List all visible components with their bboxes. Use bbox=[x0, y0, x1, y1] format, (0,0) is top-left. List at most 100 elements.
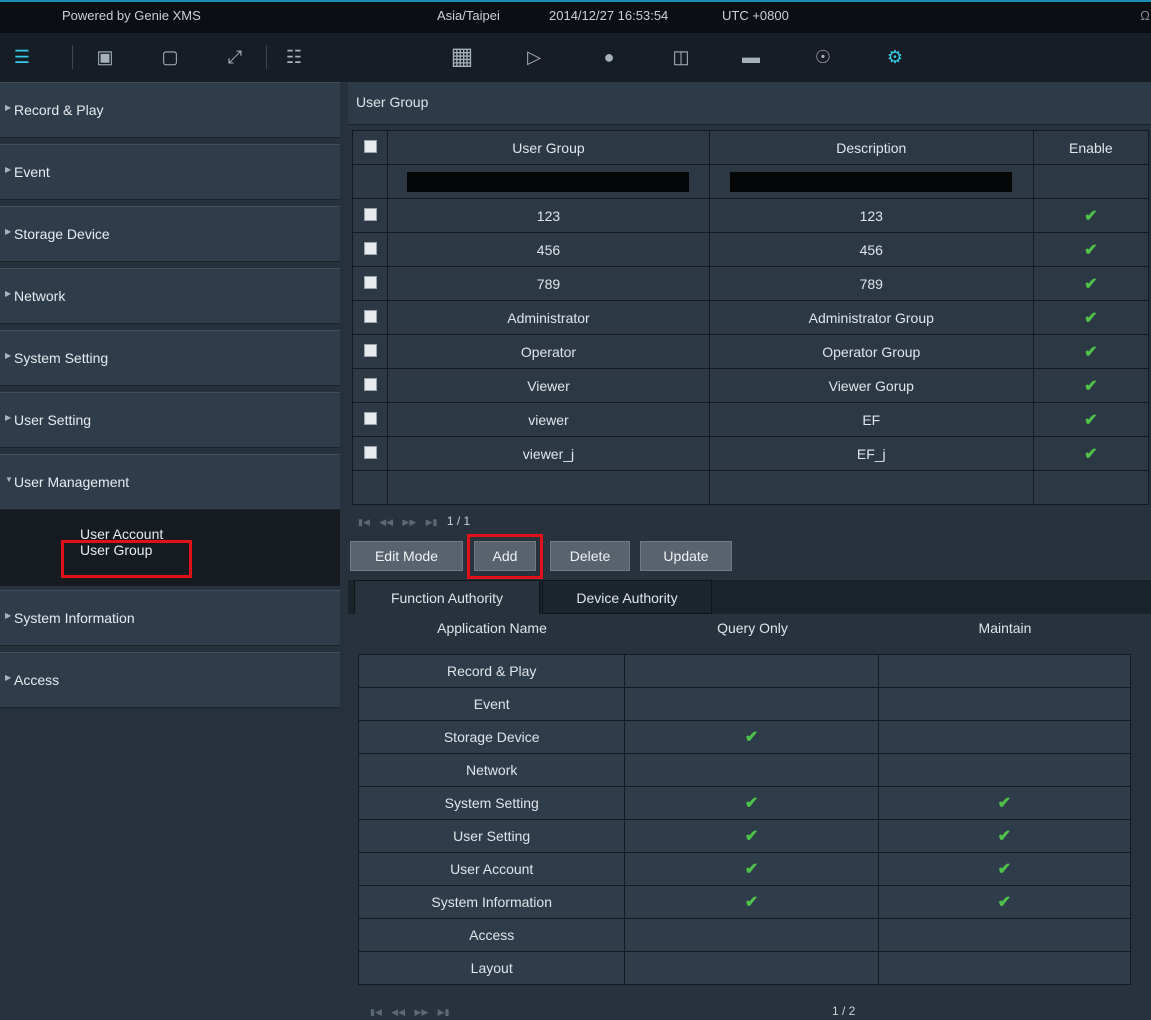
fullscreen-icon[interactable]: ⤢ bbox=[223, 45, 247, 69]
row-select-cell[interactable] bbox=[351, 198, 389, 233]
enable-cell[interactable]: ✔ bbox=[1032, 402, 1150, 437]
authority-row[interactable]: User Account ✔ ✔ bbox=[357, 852, 1132, 886]
maintain-cell[interactable]: ✔ bbox=[877, 852, 1132, 886]
authority-row[interactable]: Network bbox=[357, 753, 1132, 787]
column-header-user-group[interactable]: User Group bbox=[387, 130, 710, 165]
enable-cell[interactable]: ✔ bbox=[1032, 300, 1150, 335]
enable-cell[interactable]: ✔ bbox=[1032, 198, 1150, 233]
table-row[interactable]: viewer EF ✔ bbox=[351, 402, 1150, 437]
query-only-cell[interactable] bbox=[624, 654, 879, 688]
query-only-cell[interactable] bbox=[624, 951, 879, 985]
row-checkbox[interactable] bbox=[363, 343, 377, 357]
table-row[interactable]: 456 456 ✔ bbox=[351, 232, 1150, 267]
maintain-cell[interactable]: ✔ bbox=[877, 819, 1132, 853]
column-header-description[interactable]: Description bbox=[708, 130, 1034, 165]
query-only-cell[interactable]: ✔ bbox=[624, 819, 879, 853]
nav-system-information[interactable]: ▶ System Information bbox=[0, 590, 340, 646]
playback-icon[interactable]: ▷ bbox=[522, 45, 546, 69]
next-page-icon[interactable]: ▶▶ bbox=[402, 517, 416, 528]
table-row[interactable]: viewer_j EF_j ✔ bbox=[351, 436, 1150, 471]
table-row[interactable]: Viewer Viewer Gorup ✔ bbox=[351, 368, 1150, 403]
next-page-icon[interactable]: ▶▶ bbox=[414, 1007, 428, 1018]
alert-icon[interactable]: ● bbox=[597, 45, 621, 69]
query-only-cell[interactable] bbox=[624, 918, 879, 952]
settings-icon[interactable]: ⚙ bbox=[883, 45, 907, 69]
list-view-icon[interactable]: ☰ bbox=[10, 45, 34, 69]
nav-access[interactable]: ▶ Access bbox=[0, 652, 340, 708]
nav-system-setting[interactable]: ▶ System Setting bbox=[0, 330, 340, 386]
tab-device-authority[interactable]: Device Authority bbox=[542, 580, 712, 614]
row-checkbox[interactable] bbox=[363, 241, 377, 255]
lock-icon[interactable]: ◫ bbox=[669, 45, 693, 69]
query-only-cell[interactable]: ✔ bbox=[624, 885, 879, 919]
enable-cell[interactable]: ✔ bbox=[1032, 232, 1150, 267]
query-only-cell[interactable]: ✔ bbox=[624, 720, 879, 754]
enable-cell[interactable]: ✔ bbox=[1032, 334, 1150, 369]
query-only-cell[interactable]: ✔ bbox=[624, 786, 879, 820]
first-page-icon[interactable]: ▮◀ bbox=[370, 1007, 382, 1018]
user-icon[interactable]: Ω bbox=[1140, 8, 1150, 23]
user-group-filter-input[interactable] bbox=[407, 171, 690, 192]
nav-record-play[interactable]: ▶ Record & Play bbox=[0, 82, 340, 138]
authority-row[interactable]: Event bbox=[357, 687, 1132, 721]
table-row[interactable]: 789 789 ✔ bbox=[351, 266, 1150, 301]
authority-row[interactable]: User Setting ✔ ✔ bbox=[357, 819, 1132, 853]
last-page-icon[interactable]: ▶▮ bbox=[426, 517, 438, 528]
nav-user-management[interactable]: ▼ User Management bbox=[0, 454, 340, 510]
window-stack-icon[interactable]: ▣ bbox=[93, 45, 117, 69]
delete-button[interactable]: Delete bbox=[550, 541, 630, 571]
maintain-cell[interactable]: ✔ bbox=[877, 786, 1132, 820]
tab-function-authority[interactable]: Function Authority bbox=[354, 580, 540, 614]
maintain-cell[interactable] bbox=[877, 753, 1132, 787]
query-only-cell[interactable] bbox=[624, 687, 879, 721]
row-checkbox[interactable] bbox=[363, 377, 377, 391]
maintain-cell[interactable] bbox=[877, 687, 1132, 721]
vehicle-icon[interactable]: ▬ bbox=[739, 45, 763, 69]
enable-cell[interactable]: ✔ bbox=[1032, 266, 1150, 301]
authority-row[interactable]: Storage Device ✔ bbox=[357, 720, 1132, 754]
layout-icon[interactable]: ▦ bbox=[450, 45, 474, 69]
maintain-cell[interactable] bbox=[877, 720, 1132, 754]
authority-row[interactable]: Layout bbox=[357, 951, 1132, 985]
row-checkbox[interactable] bbox=[363, 309, 377, 323]
prev-page-icon[interactable]: ◀◀ bbox=[379, 517, 393, 528]
row-select-cell[interactable] bbox=[351, 232, 389, 267]
nav-user-setting[interactable]: ▶ User Setting bbox=[0, 392, 340, 448]
authority-row[interactable]: System Information ✔ ✔ bbox=[357, 885, 1132, 919]
last-page-icon[interactable]: ▶▮ bbox=[438, 1007, 450, 1018]
enable-cell[interactable]: ✔ bbox=[1032, 368, 1150, 403]
select-all-cell[interactable] bbox=[351, 130, 389, 165]
query-only-cell[interactable]: ✔ bbox=[624, 852, 879, 886]
prev-page-icon[interactable]: ◀◀ bbox=[391, 1007, 405, 1018]
maintain-cell[interactable] bbox=[877, 654, 1132, 688]
row-select-cell[interactable] bbox=[351, 368, 389, 403]
authority-row[interactable]: Access bbox=[357, 918, 1132, 952]
edit-mode-button[interactable]: Edit Mode bbox=[350, 541, 463, 571]
monitor-icon[interactable]: ▢ bbox=[158, 45, 182, 69]
maintain-cell[interactable] bbox=[877, 951, 1132, 985]
row-select-cell[interactable] bbox=[351, 436, 389, 471]
authority-row[interactable]: Record & Play bbox=[357, 654, 1132, 688]
maintain-cell[interactable] bbox=[877, 918, 1132, 952]
row-select-cell[interactable] bbox=[351, 266, 389, 301]
row-checkbox[interactable] bbox=[363, 445, 377, 459]
authority-row[interactable]: System Setting ✔ ✔ bbox=[357, 786, 1132, 820]
nav-storage-device[interactable]: ▶ Storage Device bbox=[0, 206, 340, 262]
table-row[interactable]: Operator Operator Group ✔ bbox=[351, 334, 1150, 369]
maintain-cell[interactable]: ✔ bbox=[877, 885, 1132, 919]
row-select-cell[interactable] bbox=[351, 300, 389, 335]
device-icon[interactable]: ☉ bbox=[811, 45, 835, 69]
nav-network[interactable]: ▶ Network bbox=[0, 268, 340, 324]
row-checkbox[interactable] bbox=[363, 207, 377, 221]
column-header-enable[interactable]: Enable bbox=[1032, 130, 1150, 165]
row-checkbox[interactable] bbox=[363, 275, 377, 289]
first-page-icon[interactable]: ▮◀ bbox=[358, 517, 370, 528]
table-row[interactable]: Administrator Administrator Group ✔ bbox=[351, 300, 1150, 335]
query-only-cell[interactable] bbox=[624, 753, 879, 787]
enable-cell[interactable]: ✔ bbox=[1032, 436, 1150, 471]
row-select-cell[interactable] bbox=[351, 334, 389, 369]
nav-event[interactable]: ▶ Event bbox=[0, 144, 340, 200]
row-select-cell[interactable] bbox=[351, 402, 389, 437]
update-button[interactable]: Update bbox=[640, 541, 732, 571]
table-row[interactable]: 123 123 ✔ bbox=[351, 198, 1150, 233]
